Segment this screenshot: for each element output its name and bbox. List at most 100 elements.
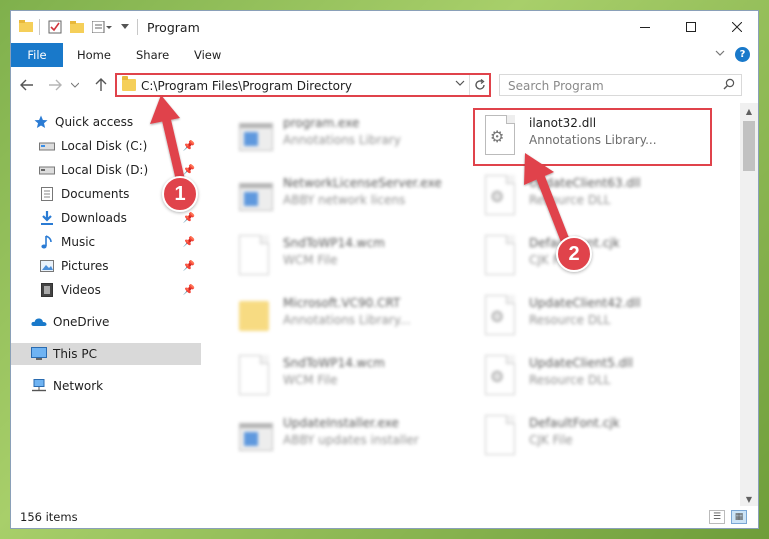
up-icon[interactable]	[91, 75, 111, 95]
recent-locations-chevron-icon[interactable]	[69, 75, 81, 95]
file-description: CJK File	[529, 433, 573, 447]
star-icon	[33, 114, 49, 130]
list-item[interactable]: SndToWP14.wcm WCM File	[233, 231, 463, 283]
address-bar[interactable]: C:\Program Files\Program Directory	[115, 73, 491, 97]
highlight-box	[473, 108, 712, 166]
explorer-window: Program File Home Share View ? C:\Progra…	[10, 10, 759, 529]
item-count: 156 items	[20, 510, 78, 524]
pin-icon[interactable]: 📌	[183, 165, 195, 176]
sidebar-item-label: Downloads	[61, 211, 127, 225]
file-name: Microsoft.VC90.CRT	[283, 296, 401, 310]
scroll-up-icon[interactable]: ▲	[740, 103, 758, 119]
sidebar-item-this-pc[interactable]: This PC	[11, 343, 201, 365]
dll-file-icon: ⚙	[485, 295, 519, 337]
sidebar-item-videos[interactable]: Videos 📌	[11, 279, 201, 301]
customize-quick-access-icon[interactable]	[91, 19, 113, 35]
chevron-down-icon[interactable]	[455, 77, 465, 90]
list-item[interactable]: Microsoft.VC90.CRT Annotations Library..…	[233, 291, 463, 343]
address-path: C:\Program Files\Program Directory	[141, 79, 353, 93]
sidebar-item-label: OneDrive	[53, 315, 110, 329]
application-icon	[239, 415, 273, 457]
tab-view[interactable]: View	[194, 48, 221, 62]
divider	[39, 19, 40, 35]
window-title: Program	[147, 20, 200, 35]
file-name: program.exe	[283, 116, 360, 130]
sidebar-item-label: Documents	[61, 187, 130, 201]
file-name: NetworkLicenseServer.exe	[283, 176, 442, 190]
file-name: UpdateClient42.dll	[529, 296, 641, 310]
back-icon[interactable]	[17, 75, 37, 95]
pin-icon[interactable]: 📌	[183, 285, 195, 296]
step-badge-1: 1	[162, 176, 198, 212]
scroll-thumb[interactable]	[743, 121, 755, 171]
refresh-icon[interactable]	[469, 75, 489, 95]
list-item[interactable]: ⚙ UpdateClient5.dll Resource DLL	[479, 351, 709, 403]
expand-ribbon-icon[interactable]	[715, 47, 725, 60]
file-description: Resource DLL	[529, 193, 611, 207]
help-icon[interactable]: ?	[735, 47, 750, 62]
pc-icon	[31, 346, 47, 362]
list-item[interactable]: NetworkLicenseServer.exe ABBY network li…	[233, 171, 463, 223]
pictures-icon	[39, 258, 55, 274]
application-icon	[239, 175, 273, 217]
search-icon[interactable]	[723, 78, 735, 93]
vertical-scrollbar[interactable]: ▲ ▼	[740, 103, 758, 507]
file-name: SndToWP14.wcm	[283, 236, 385, 250]
sidebar-item-quick-access[interactable]: Quick access	[11, 111, 201, 133]
sidebar-item-label: This PC	[53, 347, 97, 361]
documents-icon	[39, 186, 55, 202]
pin-icon[interactable]: 📌	[183, 261, 195, 272]
sidebar-item-network[interactable]: Network	[11, 375, 201, 397]
file-description: Resource DLL	[529, 313, 611, 327]
list-item[interactable]: program.exe Annotations Library	[233, 111, 463, 163]
file-name: UpdateInstaller.exe	[283, 416, 399, 430]
list-item[interactable]: DefaultFont.cjk CJK File	[479, 411, 709, 463]
list-item[interactable]: ⚙ UpdateClient63.dll Resource DLL	[479, 171, 709, 223]
tab-home[interactable]: Home	[77, 48, 111, 62]
file-description: Annotations Library...	[283, 313, 411, 327]
folder-icon	[122, 76, 136, 91]
list-item[interactable]: UpdateInstaller.exe ABBY updates install…	[233, 411, 463, 463]
close-button[interactable]	[714, 11, 758, 43]
tab-share[interactable]: Share	[136, 48, 169, 62]
document-icon	[239, 235, 273, 277]
network-icon	[31, 378, 47, 394]
pin-icon[interactable]: 📌	[183, 237, 195, 248]
ribbon-tabs: File Home Share View ?	[11, 43, 758, 67]
properties-checkbox-icon[interactable]	[47, 19, 63, 35]
maximize-button[interactable]	[668, 11, 714, 43]
new-folder-icon[interactable]	[69, 19, 85, 35]
sidebar-item-local-disk-c[interactable]: Local Disk (C:) 📌	[11, 135, 201, 157]
sidebar-item-music[interactable]: Music 📌	[11, 231, 201, 253]
dll-file-icon: ⚙	[485, 355, 519, 397]
chevron-down-icon[interactable]	[119, 19, 131, 35]
file-description: WCM File	[283, 253, 338, 267]
file-description: Resource DLL	[529, 373, 611, 387]
music-icon	[39, 234, 55, 250]
navigation-pane: Quick access Local Disk (C:) 📌 Local Dis…	[11, 103, 203, 507]
sidebar-item-onedrive[interactable]: OneDrive	[11, 311, 201, 333]
list-item[interactable]: DefaultFont.cjk CJK File	[479, 231, 709, 283]
file-list: program.exe Annotations Library NetworkL…	[203, 103, 738, 507]
sidebar-item-label: Network	[53, 379, 104, 393]
minimize-button[interactable]	[622, 11, 668, 43]
folder-icon	[239, 295, 273, 337]
sidebar-item-label: Local Disk (D:)	[61, 163, 149, 177]
sidebar-item-label: Quick access	[55, 115, 134, 129]
search-box[interactable]: Search Program	[499, 74, 742, 96]
search-input[interactable]: Search Program	[508, 79, 604, 93]
list-item[interactable]: ⚙ UpdateClient42.dll Resource DLL	[479, 291, 709, 343]
details-view-icon[interactable]: ☰	[709, 510, 725, 524]
forward-icon[interactable]	[45, 75, 65, 95]
file-name: UpdateClient63.dll	[529, 176, 641, 190]
step-badge-2: 2	[556, 236, 592, 272]
pin-icon[interactable]: 📌	[183, 213, 195, 224]
file-description: WCM File	[283, 373, 338, 387]
list-item[interactable]: SndToWP14.wcm WCM File	[233, 351, 463, 403]
scroll-down-icon[interactable]: ▼	[740, 491, 758, 507]
sidebar-item-pictures[interactable]: Pictures 📌	[11, 255, 201, 277]
downloads-icon	[39, 210, 55, 226]
tab-file[interactable]: File	[11, 43, 63, 67]
tiles-view-icon[interactable]: ▦	[731, 510, 747, 524]
pin-icon[interactable]: 📌	[183, 141, 195, 152]
